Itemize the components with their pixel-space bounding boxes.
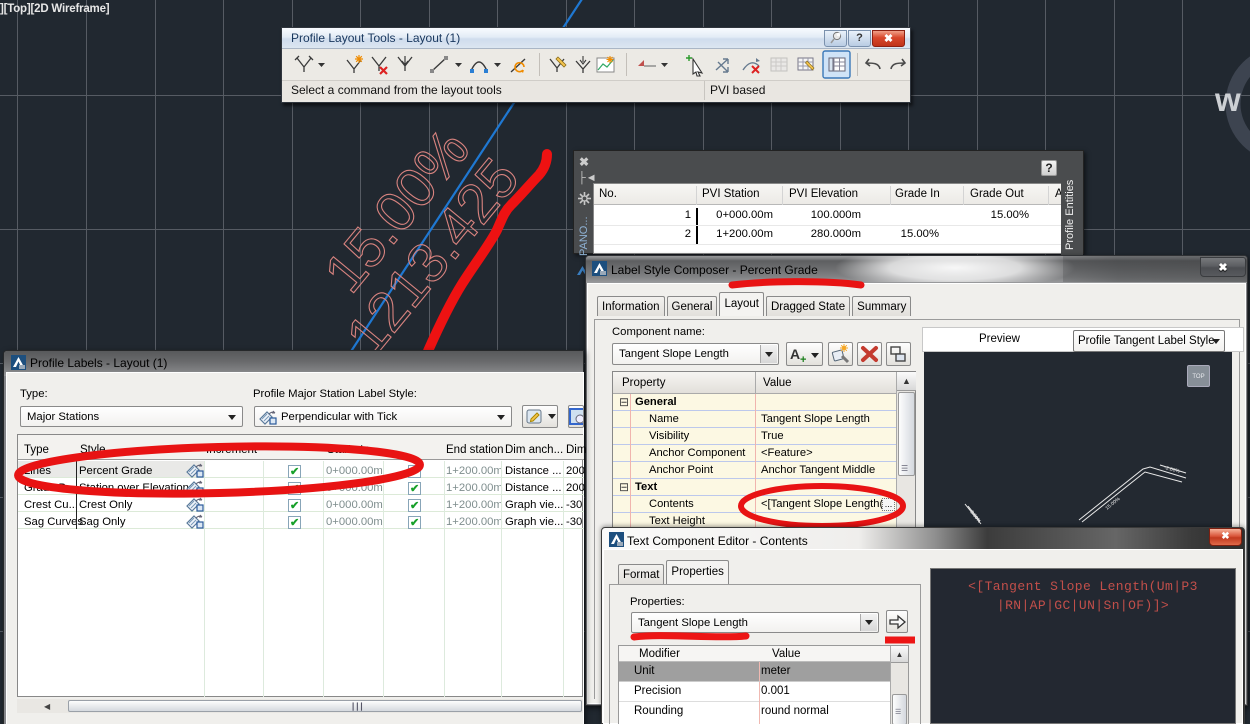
svg-text:+: + — [800, 354, 806, 365]
svg-text:w: w — [1214, 81, 1241, 118]
svg-text:A: A — [790, 346, 800, 362]
